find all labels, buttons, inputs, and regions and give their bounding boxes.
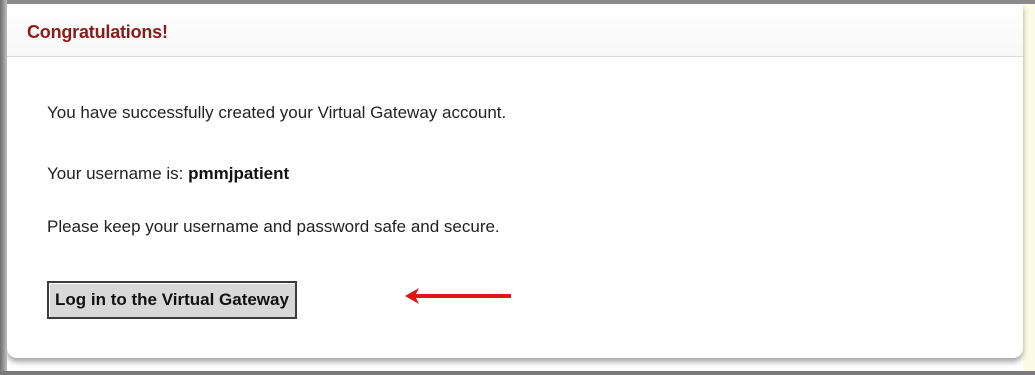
screenshot-frame: Congratulations! You have successfully c…	[0, 0, 1035, 375]
login-button[interactable]: Log in to the Virtual Gateway	[47, 281, 297, 319]
success-message: You have successfully created your Virtu…	[47, 103, 507, 122]
panel-header: Congratulations!	[7, 4, 1023, 57]
red-arrow-left-icon	[405, 288, 511, 304]
username-line: Your username is: pmmjpatient	[47, 164, 289, 184]
confirmation-panel: Congratulations! You have successfully c…	[7, 4, 1023, 358]
page-background-strip	[1023, 4, 1035, 371]
username-value: pmmjpatient	[188, 164, 290, 183]
panel-title: Congratulations!	[27, 22, 168, 42]
window-top-border	[0, 0, 1035, 4]
window-bottom-border	[0, 371, 1035, 375]
security-reminder: Please keep your username and password s…	[47, 217, 500, 236]
username-label: Your username is:	[47, 164, 189, 183]
window-left-border	[0, 0, 7, 375]
